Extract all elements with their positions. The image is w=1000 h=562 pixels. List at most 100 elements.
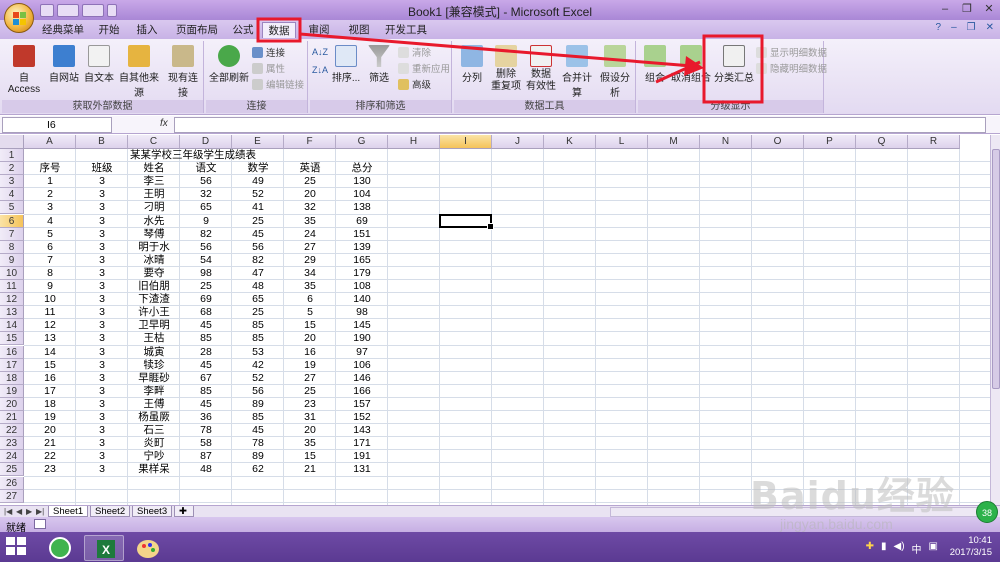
vertical-scrollbar[interactable]	[990, 135, 1000, 505]
fx-icon[interactable]: fx	[160, 118, 168, 129]
cell-B3[interactable]: 3	[76, 175, 128, 188]
tab-developer[interactable]: 开发工具	[384, 22, 428, 38]
cell-G7[interactable]: 151	[336, 228, 388, 241]
cell-E19[interactable]: 56	[232, 385, 284, 398]
cell-C22[interactable]: 石三	[128, 424, 180, 437]
cell-A14[interactable]: 12	[24, 319, 76, 332]
row-header-8[interactable]: 8	[0, 240, 24, 254]
row-header-17[interactable]: 17	[0, 358, 24, 372]
cell-F24[interactable]: 15	[284, 450, 336, 463]
cell-B25[interactable]: 3	[76, 463, 128, 476]
cell-B21[interactable]: 3	[76, 411, 128, 424]
office-button[interactable]	[4, 3, 34, 33]
cell-F14[interactable]: 15	[284, 319, 336, 332]
cell-F11[interactable]: 35	[284, 280, 336, 293]
cell-E7[interactable]: 45	[232, 228, 284, 241]
cell-D2[interactable]: 语文	[180, 162, 232, 175]
help-icon[interactable]: ?	[936, 22, 942, 33]
name-box[interactable]: I6	[2, 117, 112, 133]
row-header-15[interactable]: 15	[0, 332, 24, 346]
cell-F8[interactable]: 27	[284, 241, 336, 254]
paint-taskbar-icon[interactable]	[128, 535, 168, 561]
hide-detail-button[interactable]: 隐藏明细数据	[756, 61, 827, 75]
cell-B22[interactable]: 3	[76, 424, 128, 437]
row-header-27[interactable]: 27	[0, 489, 24, 503]
first-sheet-icon[interactable]: |◀	[4, 507, 12, 516]
row-header-6[interactable]: 6	[0, 214, 24, 228]
cell-E21[interactable]: 85	[232, 411, 284, 424]
prev-sheet-icon[interactable]: ◀	[16, 507, 22, 516]
from-other-sources-button[interactable]: 自其他来源	[116, 45, 162, 99]
cell-G4[interactable]: 104	[336, 188, 388, 201]
row-header-10[interactable]: 10	[0, 266, 24, 280]
row-header-5[interactable]: 5	[0, 201, 24, 215]
cell-D15[interactable]: 85	[180, 332, 232, 345]
ungroup-button[interactable]: 取消组合	[670, 45, 712, 84]
cell-F6[interactable]: 35	[284, 215, 336, 228]
cell-B8[interactable]: 3	[76, 241, 128, 254]
cell-B13[interactable]: 3	[76, 306, 128, 319]
cell-C19[interactable]: 李畔	[128, 385, 180, 398]
cell-F16[interactable]: 16	[284, 346, 336, 359]
tab-data[interactable]: 数据	[262, 22, 296, 38]
macro-record-icon[interactable]	[34, 519, 46, 529]
cell-G10[interactable]: 179	[336, 267, 388, 280]
cell-A21[interactable]: 19	[24, 411, 76, 424]
cell-D13[interactable]: 68	[180, 306, 232, 319]
cell-G9[interactable]: 165	[336, 254, 388, 267]
cell-F25[interactable]: 21	[284, 463, 336, 476]
cell-A2[interactable]: 序号	[24, 162, 76, 175]
tab-insert[interactable]: 插入	[132, 22, 162, 38]
cell-A17[interactable]: 15	[24, 359, 76, 372]
cell-A13[interactable]: 11	[24, 306, 76, 319]
cell-A6[interactable]: 4	[24, 215, 76, 228]
cell-G18[interactable]: 146	[336, 372, 388, 385]
row-header-11[interactable]: 11	[0, 280, 24, 294]
cell-E8[interactable]: 56	[232, 241, 284, 254]
column-header-Q[interactable]: Q	[856, 135, 908, 149]
cell-A12[interactable]: 10	[24, 293, 76, 306]
cell-E17[interactable]: 42	[232, 359, 284, 372]
cell-C12[interactable]: 下渣渣	[128, 293, 180, 306]
cell-D23[interactable]: 58	[180, 437, 232, 450]
tab-view[interactable]: 视图	[344, 22, 374, 38]
cell-E12[interactable]: 65	[232, 293, 284, 306]
cell-G22[interactable]: 143	[336, 424, 388, 437]
cell-D25[interactable]: 48	[180, 463, 232, 476]
cell-C21[interactable]: 杨虽厥	[128, 411, 180, 424]
cell-G25[interactable]: 131	[336, 463, 388, 476]
formula-input[interactable]	[174, 117, 986, 133]
cell-G20[interactable]: 157	[336, 398, 388, 411]
ribbon-minimize-icon[interactable]: –	[951, 22, 957, 33]
cell-B4[interactable]: 3	[76, 188, 128, 201]
cell-E5[interactable]: 41	[232, 201, 284, 214]
cell-A20[interactable]: 18	[24, 398, 76, 411]
cell-E11[interactable]: 48	[232, 280, 284, 293]
sort-za-icon[interactable]: Z↓A	[312, 65, 328, 75]
cell-G11[interactable]: 108	[336, 280, 388, 293]
from-text-button[interactable]: 自文本	[82, 45, 116, 84]
show-detail-button[interactable]: 显示明细数据	[756, 45, 827, 59]
cell-B2[interactable]: 班级	[76, 162, 128, 175]
cell-C4[interactable]: 王明	[128, 188, 180, 201]
from-web-button[interactable]: 自网站	[46, 45, 82, 84]
cell-E23[interactable]: 78	[232, 437, 284, 450]
filter-button[interactable]: 筛选	[364, 45, 394, 84]
from-access-button[interactable]: 自 Access	[4, 45, 44, 95]
last-sheet-icon[interactable]: ▶|	[36, 507, 44, 516]
next-sheet-icon[interactable]: ▶	[26, 507, 32, 516]
cell-B9[interactable]: 3	[76, 254, 128, 267]
row-header-19[interactable]: 19	[0, 384, 24, 398]
cell-C6[interactable]: 水先	[128, 215, 180, 228]
cell-A19[interactable]: 17	[24, 385, 76, 398]
cell-A18[interactable]: 16	[24, 372, 76, 385]
consolidate-button[interactable]: 合并计算	[558, 45, 596, 99]
cell-C2[interactable]: 姓名	[128, 162, 180, 175]
cell-E4[interactable]: 52	[232, 188, 284, 201]
cell-G12[interactable]: 140	[336, 293, 388, 306]
cell-A25[interactable]: 23	[24, 463, 76, 476]
cell-B15[interactable]: 3	[76, 332, 128, 345]
cell-E14[interactable]: 85	[232, 319, 284, 332]
cell-F12[interactable]: 6	[284, 293, 336, 306]
browser-taskbar-icon[interactable]	[40, 535, 80, 561]
